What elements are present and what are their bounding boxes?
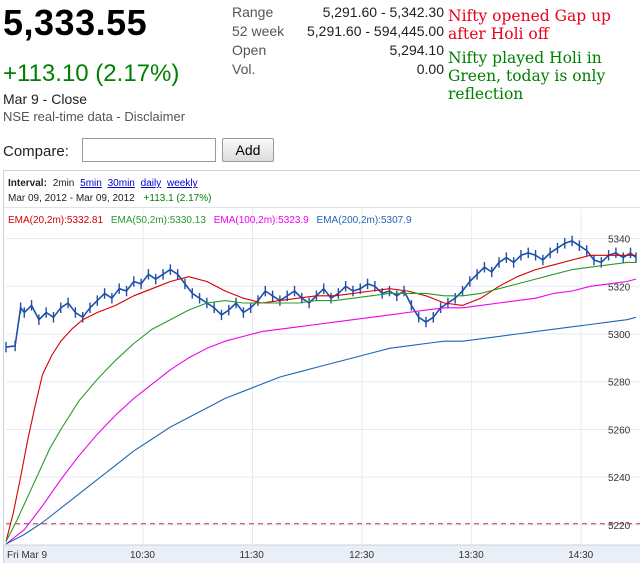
x-tick-label: Fri Mar 9 — [7, 550, 47, 561]
chart-range: Mar 09, 2012 - Mar 09, 2012 +113.1 (2.17… — [8, 193, 211, 204]
add-compare-button[interactable]: Add — [222, 138, 274, 162]
x-tick-label: 10:30 — [130, 550, 155, 561]
compare-input[interactable] — [82, 138, 216, 162]
ema-series-line — [5, 261, 636, 542]
chart-range-change: +113.1 (2.17%) — [143, 193, 212, 204]
stat-label: Open — [232, 42, 267, 58]
ema-series-line — [5, 278, 637, 545]
price-change: +113.10 (2.17%) — [3, 60, 180, 87]
stat-label: 52 week — [232, 23, 285, 39]
y-tick-label: 5260 — [608, 425, 631, 436]
ema-legend: EMA(20,2m):5332.81 EMA(50,2m):5330.13 EM… — [8, 215, 417, 226]
stat-row-52-week: 52 week 5,291.60 - 594,445.00 — [232, 23, 444, 42]
interval-option-5min[interactable]: 5min — [80, 178, 102, 189]
stat-row-open: Open 5,294.10 — [232, 42, 444, 61]
ema-50-legend: EMA(50,2m):5330.13 — [110, 215, 206, 226]
market-status: Mar 9 - Close — [3, 91, 88, 107]
ema-100-legend: EMA(100,2m):5323.9 — [213, 215, 309, 226]
ema-200-legend: EMA(200,2m):5307.9 — [316, 215, 412, 226]
x-axis-strip — [4, 545, 640, 563]
current-price: 5,333.55 — [3, 2, 148, 43]
interval-option-2min[interactable]: 2min — [53, 178, 75, 189]
stats-table: Range 5,291.60 - 5,342.30 52 week 5,291.… — [232, 4, 444, 80]
annotation-holi-green: Nifty played Holi in Green, today is onl… — [448, 49, 606, 103]
stat-value: 0.00 — [416, 61, 444, 77]
y-tick-label: 5240 — [608, 473, 631, 484]
compare-form: Compare: Add — [3, 138, 640, 164]
annotation-gap-up: Nifty opened Gap up after Holi off — [448, 7, 611, 43]
y-tick-label: 5280 — [608, 378, 631, 389]
y-tick-label: 5340 — [608, 235, 631, 246]
interval-label: Interval: — [8, 178, 47, 189]
ema-20-legend: EMA(20,2m):5332.81 — [8, 215, 104, 226]
interval-option-30min[interactable]: 30min — [108, 178, 135, 189]
interval-option-daily[interactable]: daily — [141, 178, 162, 189]
header-divider — [4, 207, 640, 208]
stat-row-range: Range 5,291.60 - 5,342.30 — [232, 4, 444, 23]
interval-selector: Interval: 2min 5min 30min daily weekly — [8, 178, 198, 189]
stat-label: Vol. — [232, 61, 256, 77]
stat-row-volume: Vol. 0.00 — [232, 61, 444, 80]
y-tick-label: 5220 — [608, 521, 631, 532]
y-tick-label: 5300 — [608, 330, 631, 341]
stat-value: 5,294.10 — [389, 42, 445, 58]
stat-value: 5,291.60 - 594,445.00 — [306, 23, 444, 39]
interval-option-weekly[interactable]: weekly — [167, 178, 198, 189]
x-tick-label: 14:30 — [568, 550, 593, 561]
compare-label: Compare: — [3, 143, 69, 160]
chart-date-range: Mar 09, 2012 - Mar 09, 2012 — [8, 193, 135, 204]
x-tick-label: 12:30 — [349, 550, 374, 561]
x-tick-label: 13:30 — [459, 550, 484, 561]
stat-label: Range — [232, 4, 274, 20]
data-source-note: NSE real-time data - Disclaimer — [3, 109, 186, 124]
price-chart: 5220524052605280530053205340Fri Mar 9 10:… — [4, 209, 640, 563]
stat-value: 5,291.60 - 5,342.30 — [322, 4, 444, 20]
chart-panel: 5220 5240 5260 5280 5300 5320 5340 Fri Mar 9 10:… — [3, 170, 640, 563]
x-tick-label: 11:30 — [240, 550, 265, 561]
